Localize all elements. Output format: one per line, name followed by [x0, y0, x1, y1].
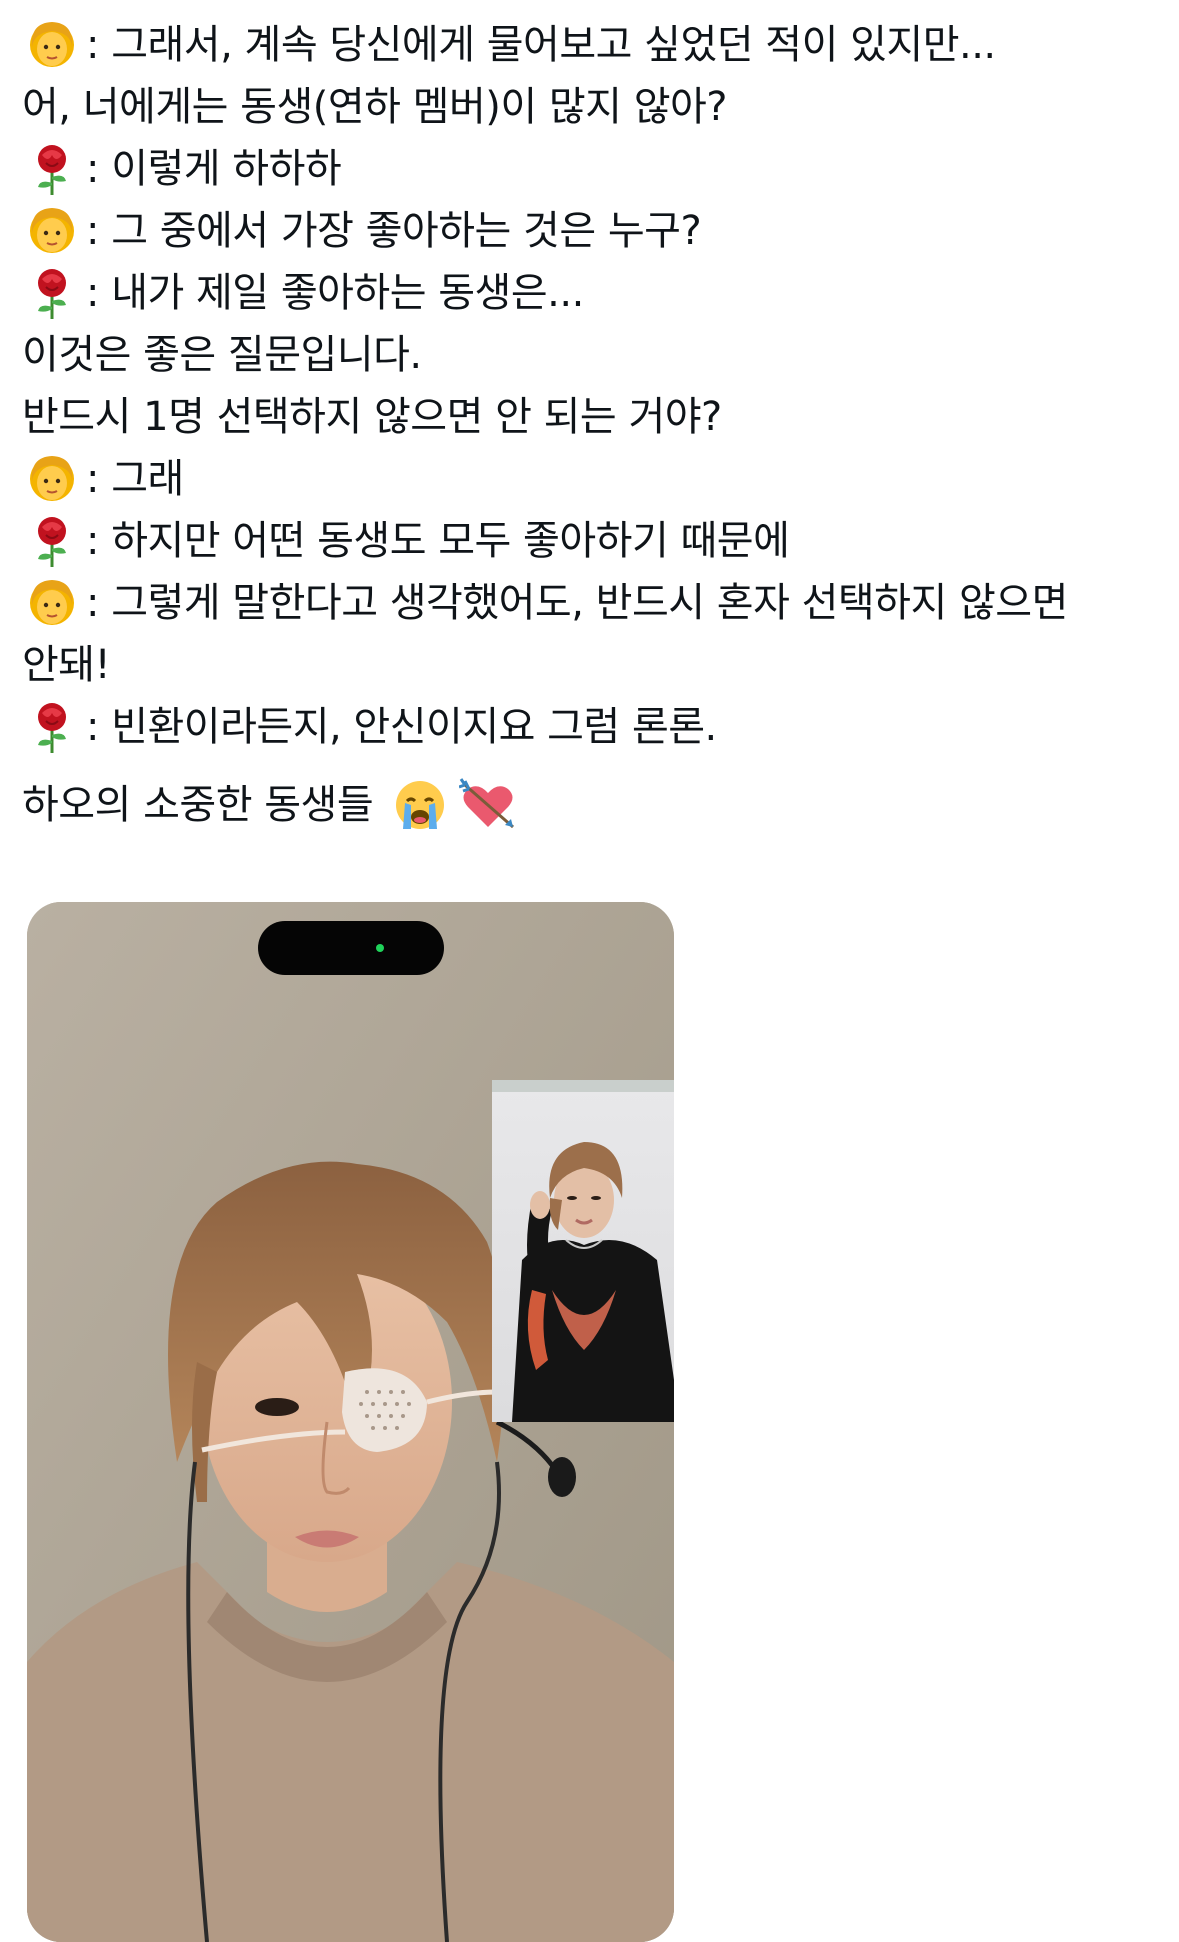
line-text: : 그래서, 계속 당신에게 물어보고 싶었던 적이 있지만... [86, 22, 996, 68]
line-text: 반드시 1명 선택하지 않으면 안 되는 거야? [22, 394, 722, 440]
caller-video-feed [27, 902, 674, 1942]
rose-icon [22, 141, 82, 197]
dynamic-island [258, 921, 444, 975]
woman-emoji-icon [22, 203, 82, 259]
woman-emoji-icon [22, 575, 82, 631]
rose-icon [22, 699, 82, 755]
dialogue-line: : 그래 [22, 448, 1152, 510]
line-text: : 이렇게 하하하 [86, 146, 342, 192]
rose-icon [22, 265, 82, 321]
self-view-pip[interactable] [492, 1080, 674, 1422]
dialogue-line: : 그렇게 말한다고 생각했어도, 반드시 혼자 선택하지 않으면 [22, 572, 1152, 634]
line-text: : 하지만 어떤 동생도 모두 좋아하기 때문에 [86, 518, 790, 564]
dialogue-line: : 그래서, 계속 당신에게 물어보고 싶었던 적이 있지만... [22, 14, 1152, 76]
woman-emoji-icon [22, 451, 82, 507]
dialogue-line: 안돼! [22, 634, 1152, 696]
line-text: : 내가 제일 좋아하는 동생은... [86, 270, 584, 316]
line-text: : 그래 [86, 456, 184, 502]
line-text: : 빈환이라든지, 안신이지요 그럼 론론. [86, 704, 717, 750]
dialogue-line: : 하지만 어떤 동생도 모두 좋아하기 때문에 [22, 510, 1152, 572]
line-text: 이것은 좋은 질문입니다. [22, 332, 422, 378]
woman-emoji-icon [22, 17, 82, 73]
heart-with-arrow-icon [459, 777, 517, 833]
closing-line: 하오의 소중한 동생들 [22, 774, 1152, 836]
dialogue-line: 어, 너에게는 동생(연하 멤버)이 많지 않아? [22, 76, 1152, 138]
rose-icon [22, 513, 82, 569]
line-text: 안돼! [22, 642, 111, 688]
line-text: : 그 중에서 가장 좋아하는 것은 누구? [86, 208, 702, 254]
video-call-screenshot[interactable] [27, 902, 674, 1942]
dialogue-line: 반드시 1명 선택하지 않으면 안 되는 거야? [22, 386, 1152, 448]
post-text: : 그래서, 계속 당신에게 물어보고 싶었던 적이 있지만... 어, 너에게… [22, 14, 1152, 836]
dialogue-line: 이것은 좋은 질문입니다. [22, 324, 1152, 386]
camera-indicator-icon [376, 944, 384, 952]
line-text: 어, 너에게는 동생(연하 멤버)이 많지 않아? [22, 84, 728, 130]
line-text: : 그렇게 말한다고 생각했어도, 반드시 혼자 선택하지 않으면 [86, 580, 1068, 626]
closing-text: 하오의 소중한 동생들 [22, 782, 374, 828]
pip-video-feed [492, 1080, 674, 1422]
crying-face-icon [391, 777, 449, 833]
dialogue-line: : 그 중에서 가장 좋아하는 것은 누구? [22, 200, 1152, 262]
dialogue-line: : 이렇게 하하하 [22, 138, 1152, 200]
dialogue-line: : 빈환이라든지, 안신이지요 그럼 론론. [22, 696, 1152, 758]
dialogue-line: : 내가 제일 좋아하는 동생은... [22, 262, 1152, 324]
